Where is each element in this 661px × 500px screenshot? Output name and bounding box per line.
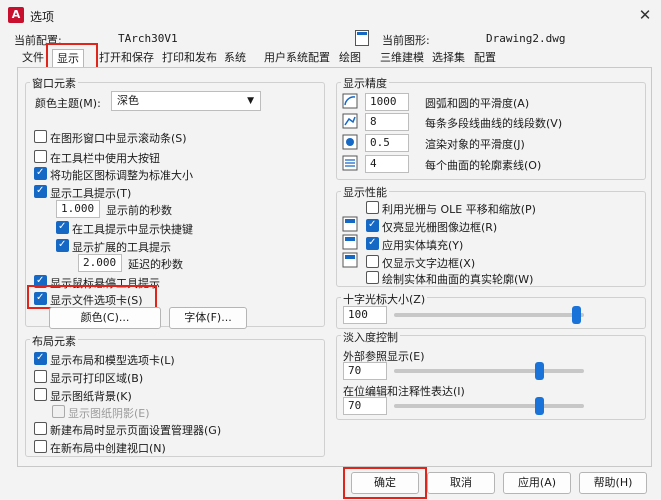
extended-delay-input[interactable]: 2.000 — [78, 254, 122, 272]
apply-button[interactable]: 应用(A) — [503, 472, 571, 494]
tab-selection[interactable]: 选择集 — [432, 49, 465, 67]
raster-frame-label: 仅亮显光栅图像边框(R) — [382, 221, 498, 234]
rendered-smoothness-input[interactable]: 0.5 — [365, 134, 409, 152]
ok-highlight-box — [343, 467, 427, 499]
tab-user-preferences[interactable]: 用户系统配置 — [264, 49, 330, 67]
printable-area-label: 显示可打印区域(B) — [50, 372, 144, 385]
text-frame-label: 仅显示文字边框(X) — [382, 257, 476, 270]
solid-fill-label: 应用实体填充(Y) — [382, 239, 464, 252]
layout-elements-title: 布局元素 — [30, 333, 78, 349]
ribbon-icons-label: 将功能区图标调整为标准大小 — [50, 169, 193, 182]
paper-background-checkbox[interactable] — [34, 388, 47, 401]
tab-plot-publish[interactable]: 打印和发布 — [162, 49, 217, 67]
solid-fill-checkbox[interactable] — [366, 237, 379, 250]
color-theme-select[interactable]: 深色 ▼ — [111, 91, 261, 111]
text-frame-checkbox[interactable] — [366, 255, 379, 268]
ribbon-icons-checkbox[interactable] — [34, 167, 47, 180]
extended-tooltips-checkbox[interactable] — [56, 239, 69, 252]
cancel-button[interactable]: 取消 — [427, 472, 495, 494]
tab-profiles[interactable]: 配置 — [474, 49, 496, 67]
paper-shadow-label: 显示图纸阴影(E) — [68, 407, 150, 420]
arc-smoothness-input[interactable]: 1000 — [365, 93, 409, 111]
profile-value: TArch30V1 — [118, 32, 178, 45]
inplace-fade-slider-track[interactable] — [394, 404, 584, 408]
extended-tooltips-label: 显示扩展的工具提示 — [72, 241, 171, 254]
shortcut-keys-label: 在工具提示中显示快捷键 — [72, 223, 193, 236]
fade-control-title: 淡入度控制 — [341, 329, 400, 345]
true-silhouettes-checkbox[interactable] — [366, 271, 379, 284]
create-viewport-label: 在新布局中创建视口(N) — [50, 442, 166, 455]
tab-open-save[interactable]: 打开和保存 — [99, 49, 154, 67]
tab-drafting[interactable]: 绘图 — [339, 49, 361, 67]
create-viewport-checkbox[interactable] — [34, 440, 47, 453]
contour-lines-label: 每个曲面的轮廓素线(O) — [425, 159, 542, 172]
polyline-segments-label: 每条多段线曲线的线段数(V) — [425, 117, 563, 130]
solid-fill-icon — [342, 234, 358, 250]
tab-highlight-box — [46, 43, 98, 70]
rendered-smoothness-label: 渲染对象的平滑度(J) — [425, 138, 525, 151]
raster-frame-icon — [342, 216, 358, 232]
contour-lines-icon — [342, 155, 358, 171]
paper-shadow-checkbox — [52, 405, 65, 418]
show-tooltips-checkbox[interactable] — [34, 185, 47, 198]
page-setup-manager-checkbox[interactable] — [34, 422, 47, 435]
colors-button[interactable]: 颜色(C)... — [49, 307, 161, 329]
raster-ole-label: 利用光栅与 OLE 平移和缩放(P) — [382, 203, 536, 216]
text-frame-icon — [342, 252, 358, 268]
tab-file[interactable]: 文件 — [22, 49, 44, 67]
close-icon[interactable]: ✕ — [636, 6, 654, 24]
inplace-fade-slider-thumb[interactable] — [535, 397, 544, 415]
layout-tabs-label: 显示布局和模型选项卡(L) — [50, 354, 175, 367]
printable-area-checkbox[interactable] — [34, 370, 47, 383]
crosshair-slider-thumb[interactable] — [572, 306, 581, 324]
title-bar — [0, 0, 661, 30]
display-performance-title: 显示性能 — [341, 184, 389, 200]
arc-smoothness-icon — [342, 93, 358, 109]
scrollbar-label: 在图形窗口中显示滚动条(S) — [50, 132, 187, 145]
help-button[interactable]: 帮助(H) — [579, 472, 647, 494]
rendered-smoothness-icon — [342, 134, 358, 150]
large-buttons-checkbox[interactable] — [34, 150, 47, 163]
chevron-down-icon: ▼ — [247, 96, 254, 106]
tab-system[interactable]: 系统 — [224, 49, 246, 67]
large-buttons-label: 在工具栏中使用大按钮 — [50, 152, 160, 165]
tooltip-delay-input[interactable]: 1.000 — [56, 200, 100, 218]
raster-ole-checkbox[interactable] — [366, 201, 379, 214]
true-silhouettes-label: 绘制实体和曲面的真实轮廓(W) — [382, 273, 534, 286]
display-resolution-title: 显示精度 — [341, 75, 389, 91]
drawing-value: Drawing2.dwg — [486, 32, 566, 45]
page-setup-manager-label: 新建布局时显示页面设置管理器(G) — [50, 424, 222, 437]
color-theme-value: 深色 — [117, 94, 139, 107]
drawing-label: 当前图形: — [382, 34, 430, 47]
crosshair-size-input[interactable]: 100 — [343, 306, 387, 324]
layout-tabs-checkbox[interactable] — [34, 352, 47, 365]
xref-fade-slider-thumb[interactable] — [535, 362, 544, 380]
polyline-segments-icon — [342, 113, 358, 129]
color-theme-label: 颜色主题(M): — [35, 97, 101, 110]
xref-fade-input[interactable]: 70 — [343, 362, 387, 380]
inplace-fade-input[interactable]: 70 — [343, 397, 387, 415]
autocad-logo-icon: A — [8, 7, 24, 23]
crosshair-slider-track[interactable] — [394, 313, 584, 317]
polyline-segments-input[interactable]: 8 — [365, 113, 409, 131]
crosshair-title: 十字光标大小(Z) — [341, 291, 428, 307]
arc-smoothness-label: 圆弧和圆的平滑度(A) — [425, 97, 530, 110]
window-title: 选项 — [30, 10, 55, 24]
shortcut-keys-checkbox[interactable] — [56, 221, 69, 234]
window-elements-title: 窗口元素 — [30, 75, 78, 91]
tooltip-delay-label: 显示前的秒数 — [106, 204, 172, 217]
paper-background-label: 显示图纸背景(K) — [50, 390, 132, 403]
fonts-button[interactable]: 字体(F)... — [169, 307, 247, 329]
xref-fade-slider-track[interactable] — [394, 369, 584, 373]
tab-3d-modeling[interactable]: 三维建模 — [380, 49, 424, 67]
show-tooltips-label: 显示工具提示(T) — [50, 187, 132, 200]
scrollbar-checkbox[interactable] — [34, 130, 47, 143]
drawing-icon — [355, 30, 369, 46]
file-tabs-highlight-box — [27, 285, 157, 309]
raster-frame-checkbox[interactable] — [366, 219, 379, 232]
contour-lines-input[interactable]: 4 — [365, 155, 409, 173]
extended-delay-label: 延迟的秒数 — [128, 258, 183, 271]
